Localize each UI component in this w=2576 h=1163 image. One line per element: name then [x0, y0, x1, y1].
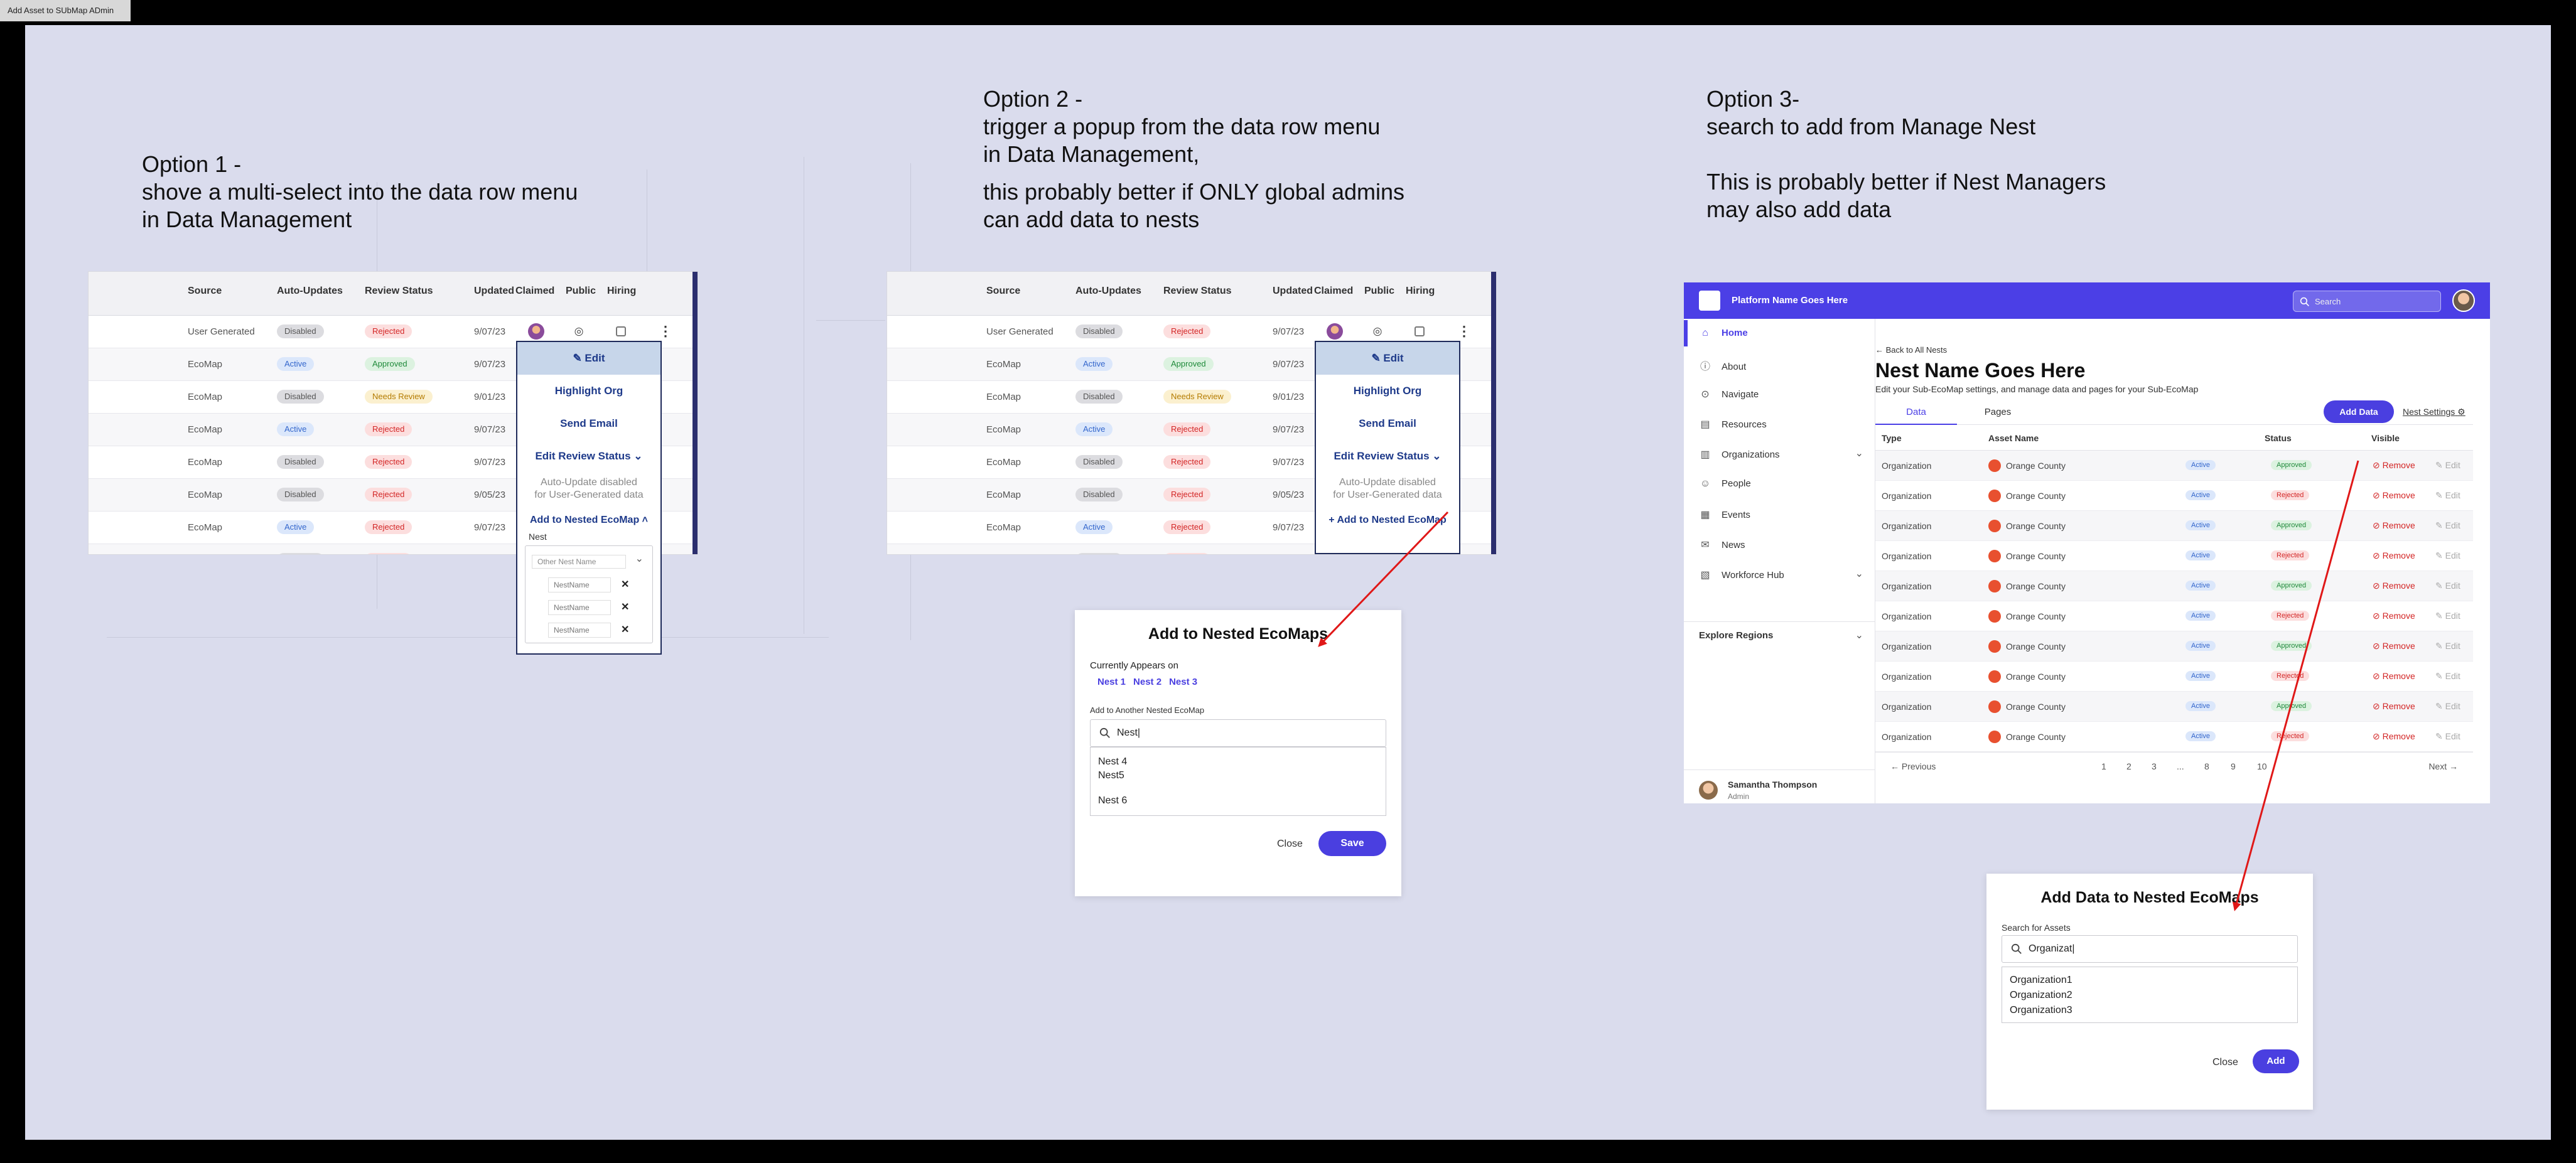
arrow-option3: [2232, 460, 2359, 911]
frame-tab-label[interactable]: Add Asset to SUbMap ADmin: [0, 0, 131, 21]
arrow-option2: [1318, 511, 1449, 647]
annotation-arrows: [1318, 460, 2359, 911]
design-canvas: Option 1 - shove a multi-select into the…: [25, 25, 2551, 1140]
